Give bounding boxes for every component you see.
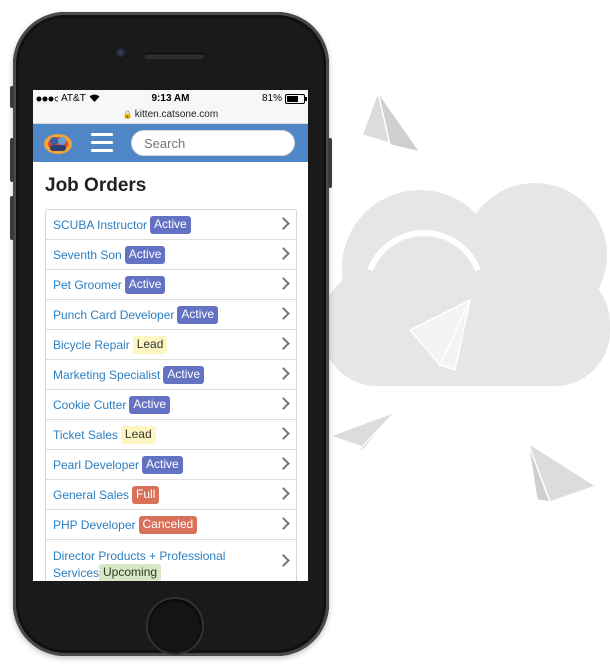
chevron-right-icon <box>277 367 290 380</box>
list-item[interactable]: SCUBA Instructor Active <box>46 210 296 240</box>
job-title[interactable]: SCUBA Instructor <box>53 218 147 232</box>
chevron-right-icon <box>277 397 290 410</box>
list-item[interactable]: Punch Card Developer Active <box>46 300 296 330</box>
job-title[interactable]: Bicycle Repair <box>53 338 130 352</box>
chevron-right-icon <box>277 247 290 260</box>
status-badge: Active <box>163 366 205 384</box>
list-item[interactable]: PHP Developer Canceled <box>46 510 296 540</box>
status-badge: Active <box>124 276 166 294</box>
status-badge: Upcoming <box>99 563 162 581</box>
list-item[interactable]: Seventh Son Active <box>46 240 296 270</box>
paper-plane-icon <box>327 410 398 461</box>
job-title[interactable]: Pet Groomer <box>53 278 122 292</box>
job-title[interactable]: Marketing Specialist <box>53 368 160 382</box>
status-bar: AT&T 9:13 AM 81% <box>33 90 308 108</box>
list-item[interactable]: Cookie Cutter Active <box>46 390 296 420</box>
chevron-right-icon <box>277 217 290 230</box>
list-item[interactable]: Pearl Developer Active <box>46 450 296 480</box>
paper-plane-icon <box>361 90 422 154</box>
job-title[interactable]: Cookie Cutter <box>53 398 126 412</box>
chevron-right-icon <box>277 554 290 567</box>
cloud-icon <box>322 183 610 386</box>
list-item[interactable]: General Sales Full <box>46 480 296 510</box>
job-title[interactable]: Director Products + Professional <box>53 549 225 563</box>
status-badge: Active <box>129 396 171 414</box>
job-title[interactable]: Seventh Son <box>53 248 122 262</box>
front-camera <box>116 48 127 59</box>
list-item[interactable]: Pet Groomer Active <box>46 270 296 300</box>
status-badge: Full <box>132 486 160 504</box>
chevron-right-icon <box>277 337 290 350</box>
mute-switch <box>10 86 14 108</box>
status-badge: Active <box>150 216 191 234</box>
chevron-right-icon <box>277 517 290 530</box>
job-orders-list: SCUBA Instructor Active Seventh Son Active P… <box>45 209 297 581</box>
job-title[interactable]: Punch Card Developer <box>53 308 174 322</box>
battery-icon <box>285 93 307 104</box>
url-text: kitten.catsone.com <box>134 109 219 120</box>
paper-plane-icon <box>526 441 598 503</box>
job-title[interactable]: Ticket Sales <box>53 428 118 442</box>
status-badge: Active <box>177 306 219 324</box>
page-title: Job Orders <box>45 175 147 196</box>
status-badge: Active <box>124 246 166 264</box>
app-header <box>33 124 308 162</box>
battery-percent: 81% <box>261 93 282 104</box>
chevron-right-icon <box>277 487 290 500</box>
chevron-right-icon <box>277 277 290 290</box>
battery-level <box>287 95 298 102</box>
search-input[interactable] <box>131 130 295 156</box>
chevron-right-icon <box>277 457 290 470</box>
job-title[interactable]: Pearl Developer <box>53 458 139 472</box>
status-badge: Lead <box>120 426 156 444</box>
phone-screen: AT&T 9:13 AM 81% 🔒 kitten.catsone.com Se… <box>33 90 308 581</box>
job-title[interactable]: General Sales <box>53 488 129 502</box>
list-item[interactable]: Director Products + Professional Services… <box>46 540 296 581</box>
chevron-right-icon <box>277 427 290 440</box>
list-item[interactable]: Ticket Sales Lead <box>46 420 296 450</box>
status-badge: Lead <box>132 336 168 354</box>
power-button <box>328 138 332 188</box>
status-badge: Canceled <box>138 516 198 534</box>
job-title[interactable]: PHP Developer <box>53 518 136 532</box>
lock-icon: 🔒 <box>122 110 133 119</box>
volume-down-button <box>10 196 14 240</box>
earpiece-speaker <box>144 53 204 59</box>
home-button[interactable] <box>148 599 202 653</box>
list-item[interactable]: Marketing Specialist Active <box>46 360 296 390</box>
url-bar[interactable]: 🔒 kitten.catsone.com <box>33 108 308 124</box>
volume-up-button <box>10 138 14 182</box>
list-item[interactable]: Bicycle Repair Lead <box>46 330 296 360</box>
hamburger-menu-icon[interactable] <box>91 133 113 152</box>
chevron-right-icon <box>277 307 290 320</box>
app-logo-icon[interactable] <box>43 131 73 155</box>
status-badge: Active <box>142 456 183 474</box>
job-title[interactable]: Services <box>53 566 99 580</box>
